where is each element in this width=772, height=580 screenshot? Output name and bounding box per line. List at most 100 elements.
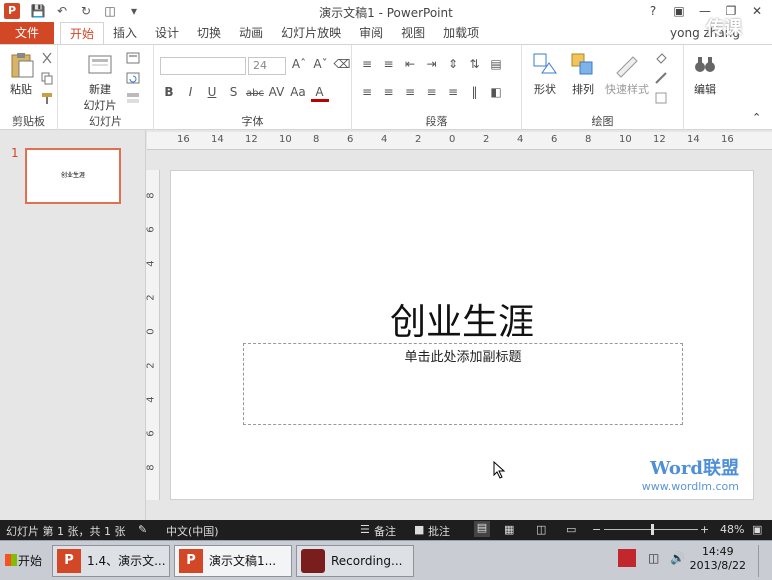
- tab-add-ins[interactable]: 加载项: [434, 22, 488, 44]
- comments-icon[interactable]: ■: [414, 523, 424, 536]
- fit-to-window-icon[interactable]: ▣: [752, 523, 762, 536]
- shapes-icon: [531, 51, 559, 79]
- start-button[interactable]: 开始: [2, 546, 46, 576]
- notes-icon[interactable]: ☰: [360, 523, 370, 536]
- shape-outline-icon[interactable]: [654, 71, 668, 85]
- editing-button[interactable]: 编辑: [688, 51, 722, 97]
- zoom-out-icon[interactable]: −: [592, 523, 601, 536]
- shapes-button[interactable]: 形状: [526, 51, 564, 97]
- zoom-level[interactable]: 48%: [720, 523, 744, 536]
- slide-show-icon[interactable]: ▭: [566, 523, 576, 536]
- input-method-icon[interactable]: [618, 549, 636, 567]
- title-bar: P 💾 ↶ ↻ ◫ ▾ 演示文稿1 - PowerPoint ? ▣ — ❐ ✕: [0, 0, 772, 22]
- normal-view-icon[interactable]: ▤: [474, 521, 490, 537]
- strikethrough-icon[interactable]: abc: [246, 88, 264, 99]
- subtitle-placeholder[interactable]: 单击此处添加副标题: [243, 343, 683, 425]
- section-icon[interactable]: [126, 91, 140, 105]
- help-icon[interactable]: ?: [642, 2, 664, 20]
- collapse-ribbon-icon[interactable]: ⌃: [752, 111, 766, 125]
- decrease-indent-icon[interactable]: ⇤: [401, 57, 419, 71]
- distributed-icon[interactable]: ≡: [444, 85, 462, 99]
- language-indicator[interactable]: 中文(中国): [166, 523, 219, 539]
- comments-button[interactable]: 批注: [428, 523, 450, 539]
- shadow-icon[interactable]: S: [225, 85, 243, 99]
- ruler-tick-label: 8: [585, 134, 592, 145]
- taskbar-item-presentation-1-4[interactable]: P 1.4、演示文...: [52, 545, 170, 577]
- justify-icon[interactable]: ≡: [423, 85, 441, 99]
- slide-canvas[interactable]: 创业生涯 单击此处添加副标题 Word联盟 www.wordlm.com: [170, 170, 754, 500]
- tab-transitions[interactable]: 切换: [188, 22, 230, 44]
- spell-check-icon[interactable]: ✎: [138, 523, 147, 536]
- window-controls: ? ▣ — ❐ ✕: [642, 2, 768, 20]
- clear-formatting-icon[interactable]: ⌫: [333, 57, 351, 71]
- increase-indent-icon[interactable]: ⇥: [423, 57, 441, 71]
- tab-home[interactable]: 开始: [60, 22, 105, 44]
- slide-title[interactable]: 创业生涯: [171, 293, 753, 345]
- close-icon[interactable]: ✕: [746, 2, 768, 20]
- tab-animations[interactable]: 动画: [230, 22, 272, 44]
- quick-styles-button[interactable]: 快速样式: [602, 51, 652, 97]
- layout-icon[interactable]: [126, 51, 140, 65]
- tab-slide-show[interactable]: 幻灯片放映: [272, 22, 350, 44]
- ruler-tick-label: 8: [145, 464, 157, 471]
- align-center-icon[interactable]: ≡: [380, 85, 398, 99]
- system-clock[interactable]: 14:49 2013/8/22: [690, 545, 746, 573]
- text-direction-icon[interactable]: ⇅: [466, 57, 484, 71]
- align-text-icon[interactable]: ▤: [487, 57, 505, 71]
- zoom-slider-thumb[interactable]: [651, 524, 654, 535]
- zoom-in-icon[interactable]: +: [700, 523, 709, 536]
- grow-font-icon[interactable]: Aˆ: [290, 57, 308, 71]
- taskbar-item-presentation-1[interactable]: P 演示文稿1...: [174, 545, 292, 577]
- line-spacing-icon[interactable]: ⇕: [444, 57, 462, 71]
- shape-effects-icon[interactable]: [654, 91, 668, 105]
- drawing-group: 形状 排列 快速样式 绘图: [522, 45, 684, 131]
- italic-icon[interactable]: I: [182, 85, 200, 99]
- tab-file[interactable]: 文件: [0, 22, 54, 44]
- show-desktop-button[interactable]: [758, 545, 770, 577]
- change-case-icon[interactable]: Aa: [289, 85, 307, 99]
- paste-button[interactable]: 粘贴: [4, 51, 38, 97]
- copy-icon[interactable]: [40, 71, 54, 85]
- ruler-tick-label: 6: [145, 226, 157, 233]
- bullets-icon[interactable]: ≡: [358, 57, 376, 71]
- character-spacing-icon[interactable]: AV: [268, 85, 286, 99]
- windows-taskbar: 开始 P 1.4、演示文... P 演示文稿1... Recording... …: [0, 540, 772, 580]
- network-icon[interactable]: ◫: [648, 551, 659, 565]
- ruler-tick-label: 6: [145, 430, 157, 437]
- underline-icon[interactable]: U: [203, 85, 221, 99]
- align-left-icon[interactable]: ≡: [358, 85, 376, 99]
- notes-button[interactable]: 备注: [374, 523, 396, 539]
- numbering-icon[interactable]: ≡: [380, 57, 398, 71]
- slide-thumbnail[interactable]: 创业生涯: [25, 148, 121, 204]
- font-name-field[interactable]: [160, 57, 246, 75]
- columns-icon[interactable]: ‖: [466, 85, 484, 99]
- new-slide-button[interactable]: 新建 幻灯片: [78, 51, 122, 113]
- ruler-tick-label: 16: [721, 134, 734, 145]
- ruler-tick-label: 4: [145, 396, 157, 403]
- reading-view-icon[interactable]: ◫: [536, 523, 546, 536]
- zoom-slider[interactable]: [604, 524, 698, 535]
- shape-fill-icon[interactable]: [654, 51, 668, 65]
- ruler-tick-label: 10: [619, 134, 632, 145]
- tab-view[interactable]: 视图: [392, 22, 434, 44]
- font-size-field[interactable]: 24: [248, 57, 286, 75]
- tab-design[interactable]: 设计: [146, 22, 188, 44]
- taskbar-item-recording[interactable]: Recording...: [296, 545, 414, 577]
- cut-icon[interactable]: [40, 51, 54, 65]
- bold-icon[interactable]: B: [160, 85, 178, 99]
- arrange-label: 排列: [572, 83, 594, 96]
- slide-sorter-icon[interactable]: ▦: [504, 523, 514, 536]
- smartart-icon[interactable]: ◧: [487, 85, 505, 99]
- reset-icon[interactable]: [126, 71, 140, 85]
- editing-label: 编辑: [694, 83, 716, 96]
- arrange-button[interactable]: 排列: [564, 51, 602, 97]
- ribbon-display-options-icon[interactable]: ▣: [668, 2, 690, 20]
- tab-insert[interactable]: 插入: [104, 22, 146, 44]
- format-painter-icon[interactable]: [40, 91, 54, 105]
- quick-styles-label: 快速样式: [605, 83, 649, 96]
- align-right-icon[interactable]: ≡: [401, 85, 419, 99]
- tab-review[interactable]: 审阅: [350, 22, 392, 44]
- font-color-icon[interactable]: A: [310, 85, 329, 102]
- shrink-font-icon[interactable]: Aˇ: [312, 57, 330, 71]
- volume-icon[interactable]: 🔊: [670, 551, 685, 565]
